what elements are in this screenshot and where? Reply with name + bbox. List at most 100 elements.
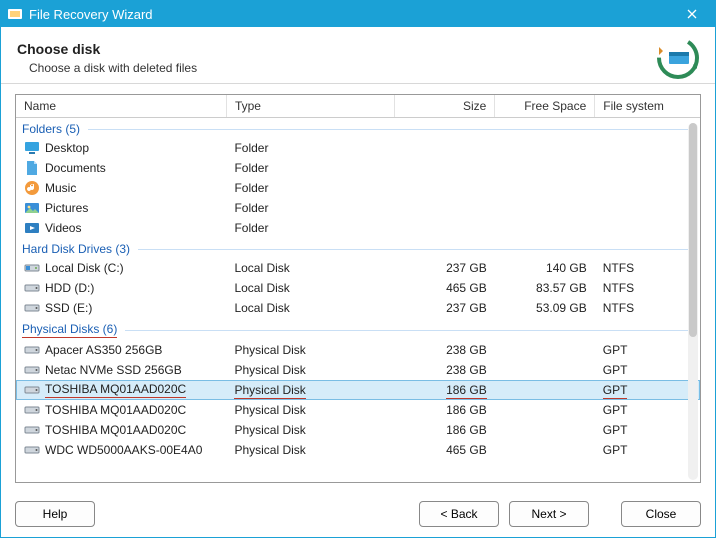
group-label: Hard Disk Drives (3): [22, 242, 130, 256]
row-fs: [595, 178, 700, 198]
table-row[interactable]: Netac NVMe SSD 256GBPhysical Disk238 GBG…: [16, 360, 700, 380]
row-free: [495, 440, 595, 460]
row-size: 238 GB: [395, 340, 495, 360]
table-row[interactable]: Videos Folder: [16, 218, 700, 238]
row-name: WDC WD5000AAKS-00E4A0: [45, 443, 202, 457]
row-name: Apacer AS350 256GB: [45, 343, 162, 357]
close-button[interactable]: Close: [621, 501, 701, 527]
table-row[interactable]: SSD (E:)Local Disk237 GB53.09 GBNTFS: [16, 298, 700, 318]
row-free: [495, 178, 595, 198]
back-button[interactable]: < Back: [419, 501, 499, 527]
group-hdd: Hard Disk Drives (3): [16, 238, 700, 258]
row-name: Desktop: [45, 141, 89, 155]
row-type: Physical Disk: [226, 420, 394, 440]
group-phys: Physical Disks (6): [16, 318, 700, 340]
col-header-size[interactable]: Size: [395, 95, 495, 118]
row-size: 237 GB: [395, 298, 495, 318]
row-size: 465 GB: [395, 440, 495, 460]
row-name: Videos: [45, 221, 81, 235]
row-free: [495, 420, 595, 440]
col-header-fs[interactable]: File system: [595, 95, 700, 118]
row-type: Folder: [226, 138, 394, 158]
hdd-icon: [24, 402, 40, 418]
app-icon: [7, 6, 23, 22]
scrollbar[interactable]: [688, 123, 698, 480]
hdd-icon: [24, 422, 40, 438]
table-row[interactable]: Documents Folder: [16, 158, 700, 178]
next-button[interactable]: Next >: [509, 501, 589, 527]
group-label: Folders (5): [22, 122, 80, 136]
row-name: TOSHIBA MQ01AAD020C: [45, 382, 186, 398]
hdd-icon: [24, 442, 40, 458]
wizard-footer: Help < Back Next > Close: [1, 491, 715, 537]
table-row[interactable]: WDC WD5000AAKS-00E4A0 Physical Disk465 GB…: [16, 440, 700, 460]
hdd-icon: [24, 382, 40, 398]
row-name: Music: [45, 181, 76, 195]
row-size: [395, 158, 495, 178]
hdd-icon: [24, 342, 40, 358]
row-type: Folder: [226, 158, 394, 178]
row-size: 238 GB: [395, 360, 495, 380]
row-fs: NTFS: [595, 298, 700, 318]
table-row[interactable]: PicturesFolder: [16, 198, 700, 218]
row-size: [395, 178, 495, 198]
row-free: [495, 138, 595, 158]
disk-table: Name Type Size Free Space File system Fo…: [16, 95, 700, 460]
scrollbar-thumb[interactable]: [689, 123, 697, 337]
window-title: File Recovery Wizard: [29, 7, 675, 22]
page-heading: Choose disk: [17, 41, 197, 57]
table-row[interactable]: HDD (D:)Local Disk465 GB83.57 GBNTFS: [16, 278, 700, 298]
page-subheading: Choose a disk with deleted files: [29, 61, 197, 75]
wizard-header: Choose disk Choose a disk with deleted f…: [1, 27, 715, 84]
col-header-type[interactable]: Type: [226, 95, 394, 118]
pics-icon: [24, 200, 40, 216]
row-name: SSD (E:): [45, 301, 92, 315]
row-fs: GPT: [595, 380, 700, 400]
row-free: [495, 380, 595, 400]
disk-list-panel: Name Type Size Free Space File system Fo…: [15, 94, 701, 483]
row-type: Local Disk: [226, 298, 394, 318]
row-fs: [595, 198, 700, 218]
table-row[interactable]: TOSHIBA MQ01AAD020CPhysical Disk186 GBGP…: [16, 380, 700, 400]
group-label: Physical Disks (6): [22, 322, 117, 338]
table-row[interactable]: TOSHIBA MQ01AAD020CPhysical Disk186 GBGP…: [16, 420, 700, 440]
row-type: Physical Disk: [226, 440, 394, 460]
row-fs: NTFS: [595, 278, 700, 298]
row-free: 140 GB: [495, 258, 595, 278]
desktop-icon: [24, 140, 40, 156]
col-header-name[interactable]: Name: [16, 95, 226, 118]
table-row[interactable]: TOSHIBA MQ01AAD020CPhysical Disk186 GBGP…: [16, 400, 700, 420]
table-row[interactable]: Local Disk (C:)Local Disk237 GB140 GBNTF…: [16, 258, 700, 278]
row-name: HDD (D:): [45, 281, 94, 295]
row-fs: GPT: [595, 400, 700, 420]
row-free: [495, 360, 595, 380]
table-row[interactable]: MusicFolder: [16, 178, 700, 198]
row-fs: NTFS: [595, 258, 700, 278]
row-free: 83.57 GB: [495, 278, 595, 298]
row-free: [495, 218, 595, 238]
row-size: 186 GB: [395, 380, 495, 400]
docs-icon: [24, 160, 40, 176]
row-type: Physical Disk: [226, 400, 394, 420]
row-fs: GPT: [595, 420, 700, 440]
col-header-free[interactable]: Free Space: [495, 95, 595, 118]
row-type: Local Disk: [226, 278, 394, 298]
table-row[interactable]: Apacer AS350 256GBPhysical Disk238 GBGPT: [16, 340, 700, 360]
group-folders: Folders (5): [16, 118, 700, 139]
row-fs: [595, 158, 700, 178]
hdd-icon: [24, 362, 40, 378]
row-free: [495, 198, 595, 218]
row-name: Documents: [45, 161, 106, 175]
row-type: Folder: [226, 218, 394, 238]
window-close-button[interactable]: [675, 2, 709, 26]
row-size: 186 GB: [395, 400, 495, 420]
row-size: 237 GB: [395, 258, 495, 278]
row-name: Netac NVMe SSD 256GB: [45, 363, 182, 377]
hdd-icon: [24, 300, 40, 316]
row-fs: [595, 218, 700, 238]
help-button[interactable]: Help: [15, 501, 95, 527]
row-size: 186 GB: [395, 420, 495, 440]
row-size: [395, 198, 495, 218]
table-row[interactable]: Desktop Folder: [16, 138, 700, 158]
row-type: Physical Disk: [226, 340, 394, 360]
